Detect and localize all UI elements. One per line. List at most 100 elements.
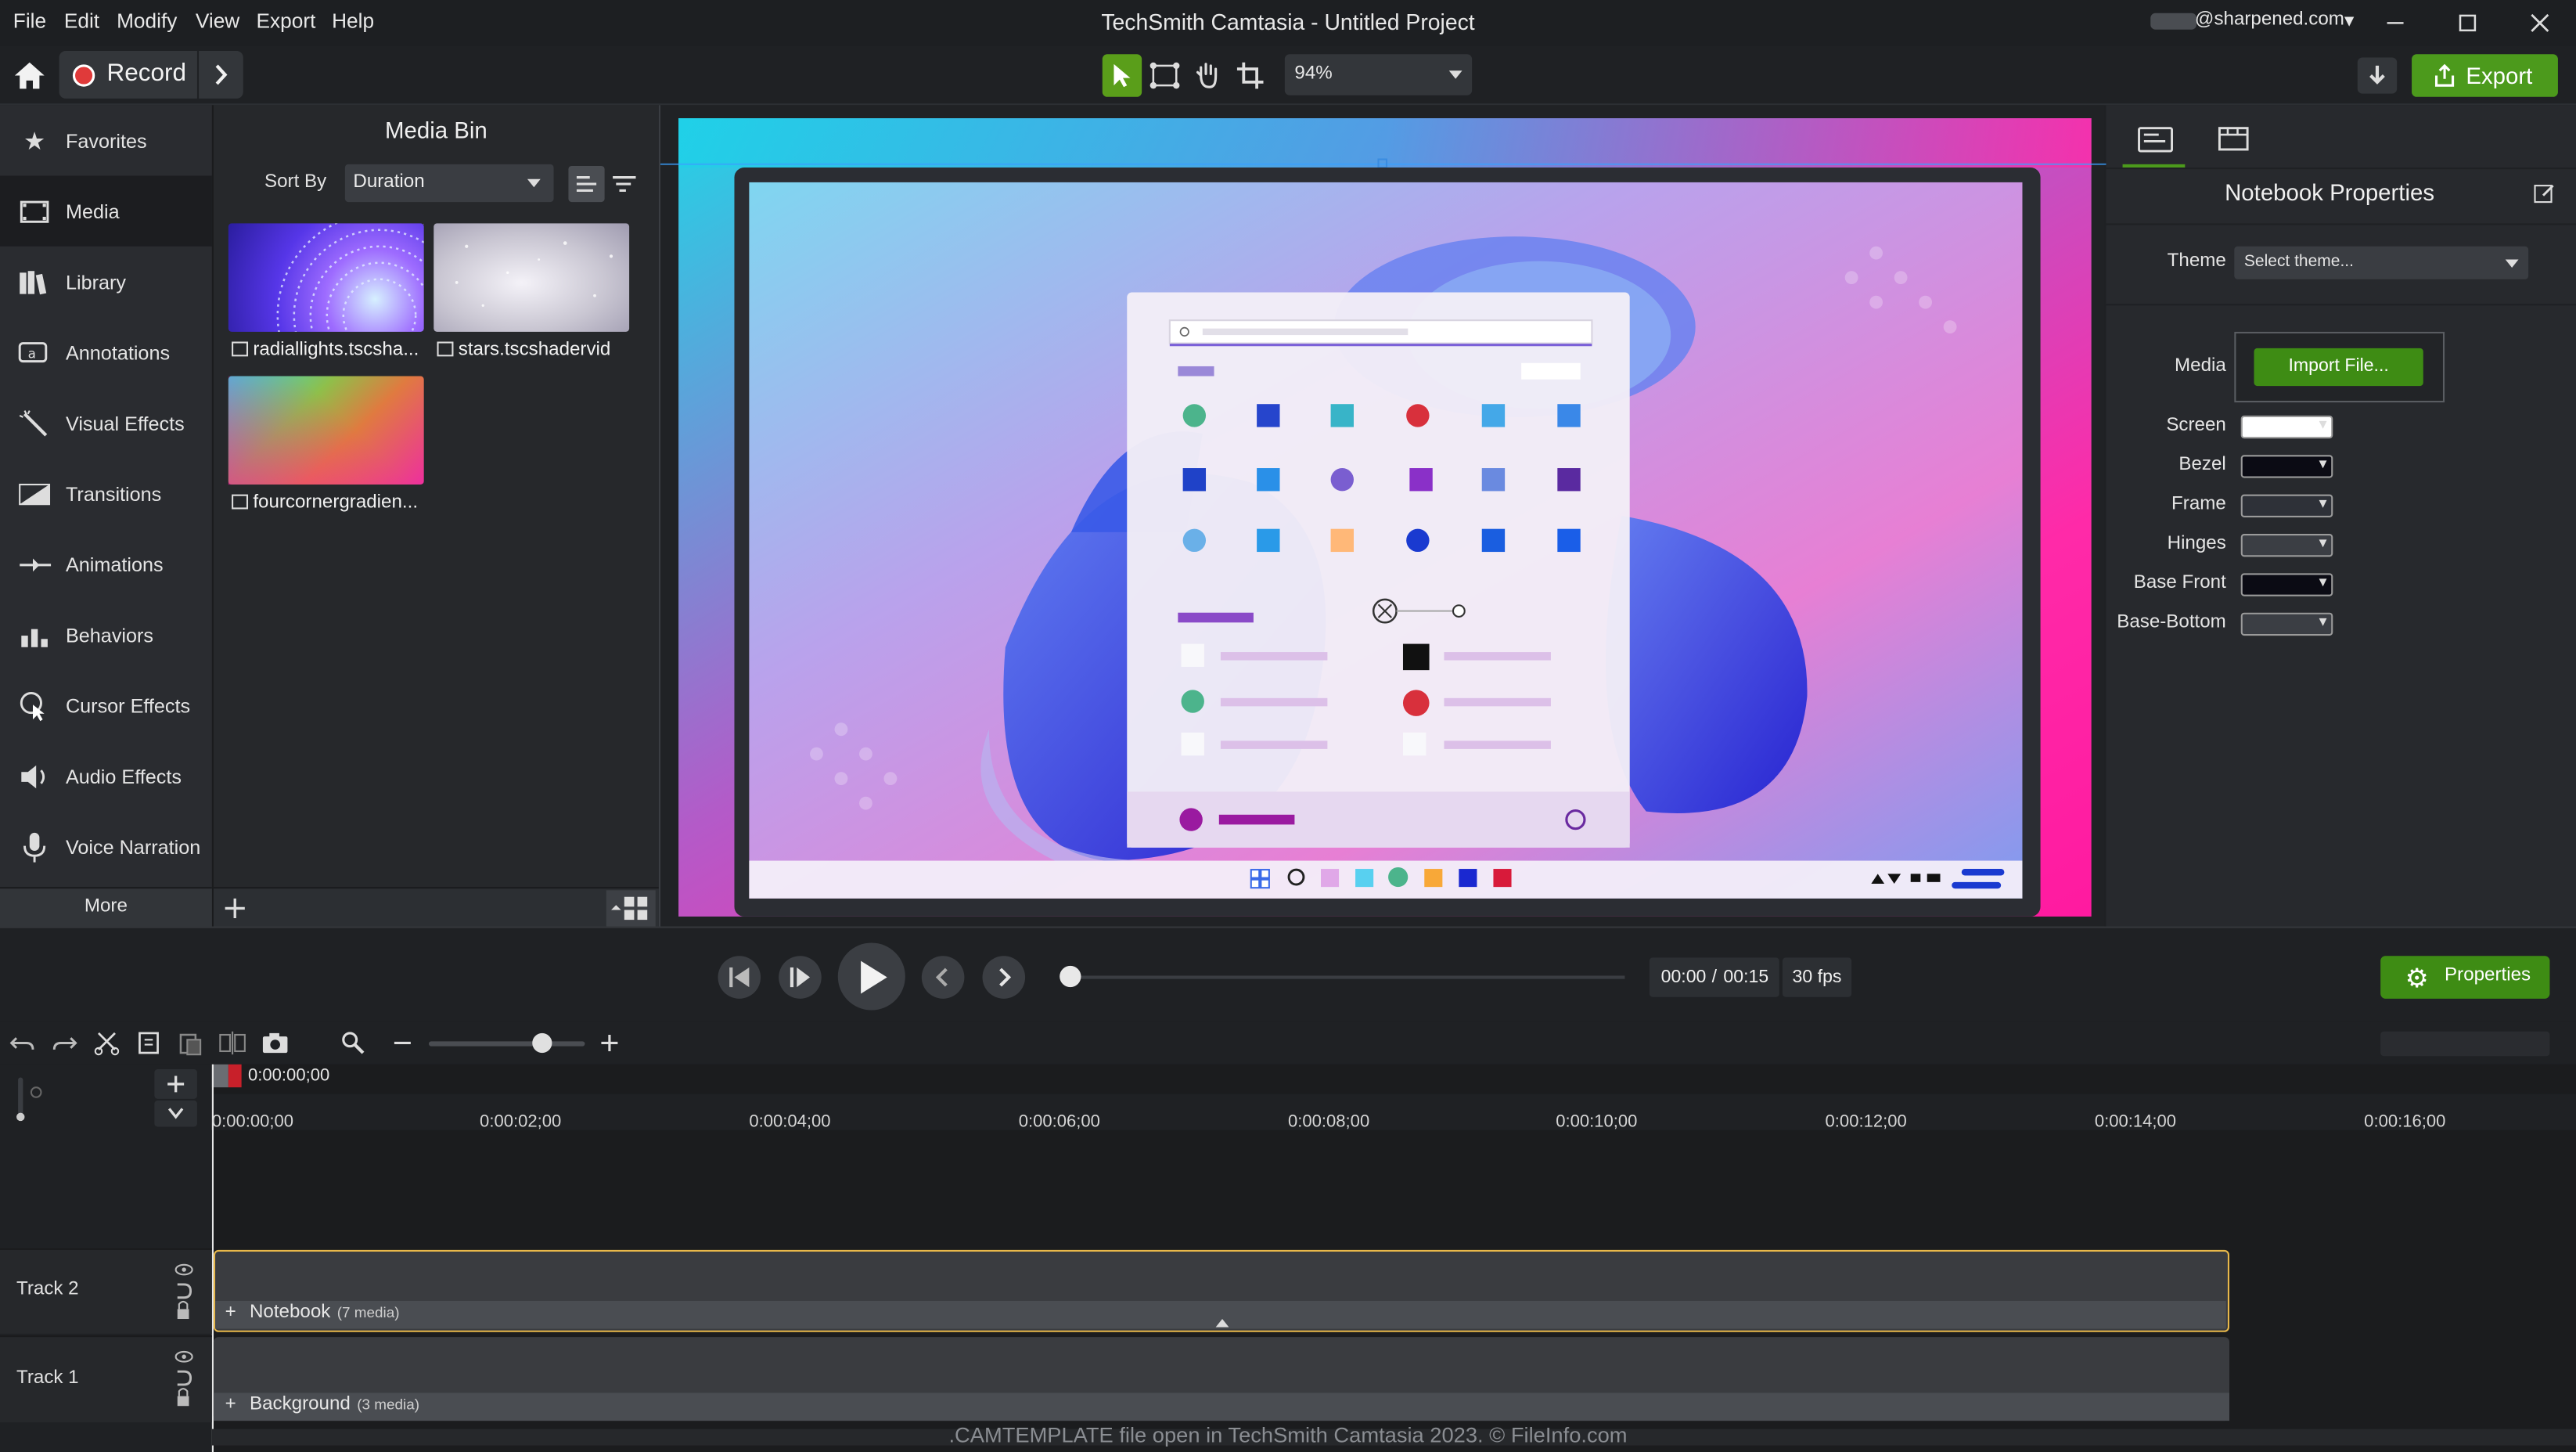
redo-icon[interactable] bbox=[51, 1032, 77, 1054]
sidebar-item-visual-effects[interactable]: Visual Effects bbox=[0, 387, 212, 458]
zoom-out-icon[interactable] bbox=[393, 1033, 412, 1053]
menu-edit[interactable]: Edit bbox=[64, 10, 99, 33]
split-icon[interactable] bbox=[218, 1030, 248, 1057]
notebook-clip[interactable]: + Notebook (7 media) bbox=[213, 1249, 2230, 1332]
add-track-button[interactable] bbox=[154, 1069, 197, 1099]
collapse-tracks-button[interactable] bbox=[154, 1100, 197, 1127]
timeline-overview[interactable] bbox=[2380, 1031, 2550, 1057]
sidebar-item-transitions[interactable]: Transitions bbox=[0, 458, 212, 528]
list-view-icon[interactable] bbox=[568, 165, 605, 203]
crop-tool-icon[interactable] bbox=[1231, 54, 1270, 97]
step-forward-icon bbox=[790, 967, 811, 988]
media-thumb-stars[interactable] bbox=[434, 223, 630, 332]
chevron-down-icon[interactable]: ▼ bbox=[2316, 456, 2330, 471]
account-email[interactable]: @sharpened.com bbox=[2195, 10, 2344, 30]
theme-value: Select theme... bbox=[2243, 253, 2354, 272]
media-item-name: radiallights.tscsha... bbox=[253, 340, 419, 360]
scrubber-handle[interactable] bbox=[1060, 965, 1081, 988]
track-1-header[interactable]: Track 1 bbox=[0, 1335, 212, 1423]
close-icon[interactable] bbox=[2522, 6, 2558, 39]
track-height-icon[interactable] bbox=[13, 1075, 49, 1122]
sidebar-item-library[interactable]: Library bbox=[0, 247, 212, 317]
canvas-tab[interactable] bbox=[2201, 112, 2264, 168]
zoom-in-icon[interactable] bbox=[599, 1033, 619, 1053]
media-thumb-fourcorner[interactable] bbox=[228, 376, 424, 485]
track-visibility-lock-icons[interactable] bbox=[172, 1350, 195, 1410]
media-import-box: Import File... bbox=[2234, 331, 2445, 403]
chevron-down-icon[interactable]: ▼ bbox=[2316, 535, 2330, 550]
previous-marker-button[interactable] bbox=[921, 956, 965, 999]
transform-tool-icon[interactable] bbox=[1145, 54, 1184, 97]
expand-group-icon[interactable]: + bbox=[225, 1302, 236, 1322]
download-button[interactable] bbox=[2357, 57, 2398, 94]
theme-select[interactable]: Select theme... bbox=[2234, 246, 2529, 279]
sidebar-item-animations[interactable]: Animations bbox=[0, 529, 212, 600]
sidebar-item-cursor-effects[interactable]: Cursor Effects bbox=[0, 670, 212, 740]
add-media-icon[interactable] bbox=[220, 894, 250, 924]
import-file-button[interactable]: Import File... bbox=[2254, 348, 2423, 387]
timeline-zoom-slider[interactable] bbox=[428, 1041, 585, 1047]
record-options-button[interactable] bbox=[199, 51, 243, 99]
properties-button[interactable]: ⚙ Properties bbox=[2380, 956, 2550, 999]
properties-tab[interactable] bbox=[2122, 112, 2186, 168]
select-tool-icon[interactable] bbox=[1102, 54, 1142, 97]
sort-select[interactable]: Duration bbox=[344, 164, 554, 203]
more-button[interactable]: More bbox=[0, 887, 212, 927]
sidebar-item-behaviors[interactable]: Behaviors bbox=[0, 600, 212, 670]
menu-help[interactable]: Help bbox=[332, 10, 374, 33]
menu-view[interactable]: View bbox=[196, 10, 239, 33]
divider bbox=[2106, 168, 2576, 170]
camtasia-window: File Edit Modify View Export Help TechSm… bbox=[0, 0, 2576, 1452]
sidebar-item-audio-effects[interactable]: Audio Effects bbox=[0, 740, 212, 811]
menu-modify[interactable]: Modify bbox=[117, 10, 177, 33]
chevron-down-icon[interactable]: ▼ bbox=[2316, 417, 2330, 432]
track-2-header[interactable]: Track 2 bbox=[0, 1248, 212, 1334]
media-thumb-radiallights[interactable] bbox=[228, 223, 424, 332]
menu-file[interactable]: File bbox=[13, 10, 46, 33]
chevron-down-icon bbox=[1448, 70, 1462, 79]
export-button[interactable]: Export bbox=[2412, 54, 2558, 97]
home-icon[interactable] bbox=[10, 57, 49, 93]
track-visibility-lock-icons[interactable] bbox=[172, 1263, 195, 1323]
maximize-icon[interactable] bbox=[2449, 6, 2485, 39]
background-clip[interactable]: + Background (3 media) bbox=[213, 1337, 2230, 1421]
edit-icon[interactable] bbox=[2533, 182, 2556, 205]
zoom-select[interactable]: 94% bbox=[1284, 54, 1473, 95]
hand-tool-icon[interactable] bbox=[1188, 54, 1227, 97]
expand-group-icon[interactable]: + bbox=[225, 1395, 236, 1414]
chevron-down-icon[interactable]: ▼ bbox=[2316, 496, 2330, 511]
expand-arrow-icon[interactable] bbox=[1214, 1316, 1231, 1329]
step-forward-button[interactable] bbox=[779, 956, 822, 999]
zoom-icon[interactable] bbox=[340, 1030, 367, 1057]
zoom-slider-handle[interactable] bbox=[532, 1032, 552, 1054]
playhead-marker[interactable] bbox=[228, 1064, 242, 1088]
chevron-down-icon[interactable]: ▼ bbox=[2316, 614, 2330, 629]
camera-icon[interactable] bbox=[261, 1030, 291, 1057]
sidebar-item-label: Cursor Effects bbox=[65, 694, 191, 717]
playhead-handle[interactable] bbox=[211, 1064, 228, 1088]
play-button[interactable] bbox=[837, 942, 905, 1011]
sidebar-item-voice-narration[interactable]: Voice Narration bbox=[0, 812, 212, 882]
menu-export[interactable]: Export bbox=[257, 10, 316, 33]
minimize-icon[interactable] bbox=[2377, 6, 2413, 39]
copy-icon[interactable] bbox=[136, 1030, 163, 1057]
download-icon bbox=[2369, 65, 2385, 85]
sidebar-item-annotations[interactable]: a Annotations bbox=[0, 317, 212, 387]
divider bbox=[2106, 304, 2576, 306]
cut-icon[interactable] bbox=[94, 1030, 121, 1057]
playback-scrubber[interactable] bbox=[1069, 975, 1625, 979]
grid-view-button[interactable] bbox=[606, 890, 656, 927]
account-dropdown-icon[interactable]: ▼ bbox=[2341, 13, 2358, 31]
sort-order-icon[interactable] bbox=[606, 166, 642, 202]
record-button[interactable]: Record bbox=[59, 51, 197, 99]
sidebar-item-label: Audio Effects bbox=[65, 764, 182, 788]
previous-frame-button[interactable] bbox=[718, 956, 761, 999]
next-marker-button[interactable] bbox=[982, 956, 1026, 999]
sidebar-item-media[interactable]: Media bbox=[0, 175, 212, 247]
undo-icon[interactable] bbox=[9, 1032, 37, 1054]
paste-icon[interactable] bbox=[178, 1030, 204, 1057]
chevron-down-icon[interactable]: ▼ bbox=[2316, 575, 2330, 589]
preview-canvas[interactable] bbox=[658, 105, 2106, 927]
sidebar-item-favorites[interactable]: ★ Favorites bbox=[0, 105, 212, 175]
sidebar-item-label: Media bbox=[65, 199, 120, 223]
